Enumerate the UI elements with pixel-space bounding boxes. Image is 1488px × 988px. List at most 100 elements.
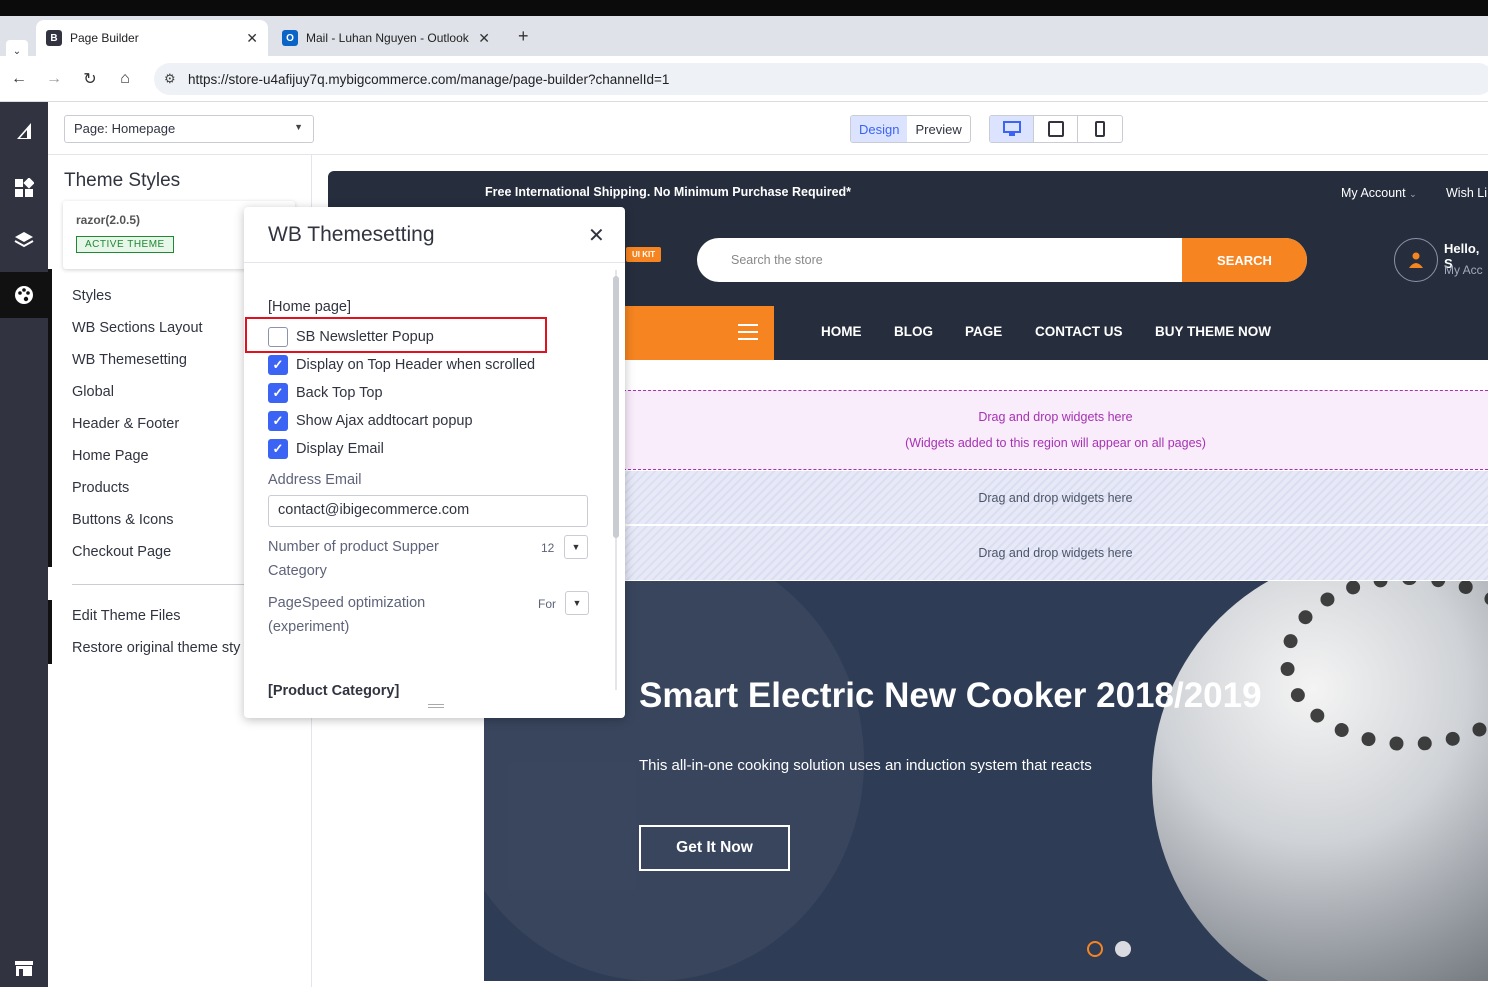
drop-zone[interactable]: Drag and drop widgets here bbox=[623, 471, 1488, 525]
checkbox-label: Display Email bbox=[296, 441, 384, 457]
new-tab-icon[interactable]: + bbox=[518, 26, 529, 47]
url-text: https://store-u4afijuy7q.mybigcommerce.c… bbox=[188, 71, 670, 87]
my-account-label: My Account bbox=[1341, 186, 1406, 200]
tab-title: Page Builder bbox=[70, 31, 139, 45]
checkbox-checked[interactable]: ✓ bbox=[268, 411, 288, 431]
panel-title: Theme Styles bbox=[64, 170, 181, 191]
preview-mode-button[interactable]: Preview bbox=[907, 116, 969, 142]
checkbox-checked[interactable]: ✓ bbox=[268, 383, 288, 403]
tab-title: Mail - Luhan Nguyen - Outlook bbox=[306, 31, 469, 45]
resize-grip-icon[interactable] bbox=[428, 704, 444, 708]
widgets-icon[interactable] bbox=[0, 168, 48, 208]
tab-outlook[interactable]: O Mail - Luhan Nguyen - Outlook ✕ bbox=[272, 20, 504, 56]
sidebar-item-styles[interactable]: Styles bbox=[72, 288, 112, 304]
setting-display-email[interactable]: ✓ Display Email bbox=[268, 439, 384, 459]
store-search-input[interactable]: Search the store bbox=[731, 253, 823, 267]
storefront-icon[interactable] bbox=[0, 948, 48, 988]
popup-scrollbar[interactable] bbox=[611, 270, 621, 690]
sidebar-item-wb-themesetting[interactable]: WB Themesetting bbox=[72, 352, 187, 368]
browser-tabstrip: ⌄ B Page Builder ✕ O Mail - Luhan Nguyen… bbox=[0, 16, 1488, 62]
back-icon[interactable]: ← bbox=[8, 68, 30, 90]
mobile-icon[interactable] bbox=[1078, 116, 1122, 142]
sidebar-item-buttons-icons[interactable]: Buttons & Icons bbox=[72, 512, 174, 528]
tablet-icon[interactable] bbox=[1034, 116, 1078, 142]
supper-category-value: 12 bbox=[541, 541, 555, 555]
active-theme-badge: ACTIVE THEME bbox=[76, 236, 174, 253]
checkbox-label: SB Newsletter Popup bbox=[296, 329, 434, 345]
desktop-icon[interactable] bbox=[990, 116, 1034, 142]
global-drop-zone[interactable]: Drag and drop widgets here (Widgets adde… bbox=[623, 390, 1488, 470]
sidebar-item-checkout-page[interactable]: Checkout Page bbox=[72, 544, 171, 560]
my-account-link[interactable]: My Account ⌄ bbox=[1341, 186, 1417, 200]
checkbox-checked[interactable]: ✓ bbox=[268, 355, 288, 375]
theme-styles-icon[interactable] bbox=[0, 272, 48, 318]
nav-blog[interactable]: BLOG bbox=[894, 324, 933, 339]
caret-down-icon: ▼ bbox=[294, 122, 303, 132]
checkbox-unchecked[interactable] bbox=[268, 327, 288, 347]
drop-zone[interactable]: Drag and drop widgets here bbox=[623, 526, 1488, 580]
tab-close-icon[interactable]: ✕ bbox=[246, 30, 258, 47]
scroll-thumb[interactable] bbox=[613, 276, 619, 538]
close-icon[interactable]: ✕ bbox=[588, 223, 605, 248]
forward-icon[interactable]: → bbox=[43, 68, 65, 90]
nav-home[interactable]: HOME bbox=[821, 324, 862, 339]
layers-icon[interactable] bbox=[0, 220, 48, 260]
supper-category-select[interactable]: ▼ bbox=[564, 535, 588, 559]
sidebar-item-edit-theme-files[interactable]: Edit Theme Files bbox=[72, 608, 181, 624]
hero-title: Smart Electric New Cooker 2018/2019 bbox=[639, 676, 1262, 715]
nav-contact-us[interactable]: CONTACT US bbox=[1035, 324, 1123, 339]
checkbox-label: Show Ajax addtocart popup bbox=[296, 413, 473, 429]
slider-dot-active[interactable] bbox=[1087, 941, 1103, 957]
section-product-category: [Product Category] bbox=[268, 683, 400, 699]
sidebar-item-global[interactable]: Global bbox=[72, 384, 114, 400]
bigcommerce-logo-icon[interactable] bbox=[0, 110, 48, 150]
drop-zone-label: Drag and drop widgets here bbox=[978, 410, 1133, 424]
popup-title: WB Themesetting bbox=[268, 223, 435, 246]
site-info-icon[interactable]: ⚙ bbox=[164, 71, 176, 87]
setting-back-to-top[interactable]: ✓ Back Top Top bbox=[268, 383, 383, 403]
outlook-favicon: O bbox=[282, 30, 298, 46]
checkbox-label: Display on Top Header when scrolled bbox=[296, 357, 536, 373]
nav-buy-theme-now[interactable]: BUY THEME NOW bbox=[1155, 324, 1271, 339]
setting-top-header-scrolled[interactable]: ✓ Display on Top Header when scrolled bbox=[268, 355, 535, 375]
hamburger-icon bbox=[738, 324, 758, 340]
hero-cta-button[interactable]: Get It Now bbox=[639, 825, 790, 871]
uikit-badge: UI KIT bbox=[626, 247, 662, 262]
page-select[interactable]: Page: Homepage ▼ bbox=[64, 115, 314, 143]
home-icon[interactable]: ⌂ bbox=[114, 68, 136, 90]
section-home-page: [Home page] bbox=[268, 299, 352, 315]
user-icon[interactable] bbox=[1394, 238, 1438, 282]
slider-dot[interactable] bbox=[1115, 941, 1131, 957]
sidebar-item-home-page[interactable]: Home Page bbox=[72, 448, 149, 464]
tab-page-builder[interactable]: B Page Builder ✕ bbox=[36, 20, 268, 56]
sidebar-item-products[interactable]: Products bbox=[72, 480, 129, 496]
promo-text: Free International Shipping. No Minimum … bbox=[485, 185, 852, 199]
drop-zone-label: Drag and drop widgets here bbox=[978, 490, 1133, 505]
supper-category-label: Number of product Supper Category bbox=[268, 539, 439, 579]
drop-zone-label: Drag and drop widgets here bbox=[978, 546, 1133, 560]
tab-close-icon[interactable]: ✕ bbox=[478, 30, 490, 47]
pagespeed-label: PageSpeed optimization (experiment) bbox=[268, 595, 426, 635]
hero-slider: Smart Electric New Cooker 2018/2019 This… bbox=[484, 581, 1488, 981]
theme-name: razor(2.0.5) bbox=[76, 213, 141, 227]
user-account-link[interactable]: My Acc bbox=[1444, 263, 1483, 277]
address-email-input[interactable]: contact@ibigecommerce.com bbox=[268, 495, 588, 527]
pagespeed-select[interactable]: ▼ bbox=[565, 591, 589, 615]
checkbox-checked[interactable]: ✓ bbox=[268, 439, 288, 459]
popup-header: WB Themesetting ✕ bbox=[244, 207, 625, 263]
category-menu-button[interactable] bbox=[623, 306, 774, 360]
setting-sb-newsletter-popup[interactable]: SB Newsletter Popup bbox=[268, 327, 434, 347]
store-search-button[interactable]: SEARCH bbox=[1182, 238, 1307, 282]
sidebar-item-restore-theme[interactable]: Restore original theme sty bbox=[72, 640, 240, 656]
store-search: Search the store SEARCH bbox=[697, 238, 1307, 282]
os-taskbar bbox=[0, 0, 1488, 16]
url-field[interactable]: ⚙ https://store-u4afijuy7q.mybigcommerce… bbox=[154, 63, 1488, 95]
design-mode-button[interactable]: Design bbox=[851, 116, 908, 142]
nav-page[interactable]: PAGE bbox=[965, 324, 1002, 339]
reload-icon[interactable]: ↻ bbox=[79, 68, 101, 90]
sidebar-item-header-footer[interactable]: Header & Footer bbox=[72, 416, 179, 432]
page-select-value: Page: Homepage bbox=[74, 121, 176, 136]
setting-ajax-addtocart[interactable]: ✓ Show Ajax addtocart popup bbox=[268, 411, 473, 431]
wishlist-link[interactable]: Wish Li bbox=[1446, 186, 1487, 200]
sidebar-item-wb-sections-layout[interactable]: WB Sections Layout bbox=[72, 320, 203, 336]
